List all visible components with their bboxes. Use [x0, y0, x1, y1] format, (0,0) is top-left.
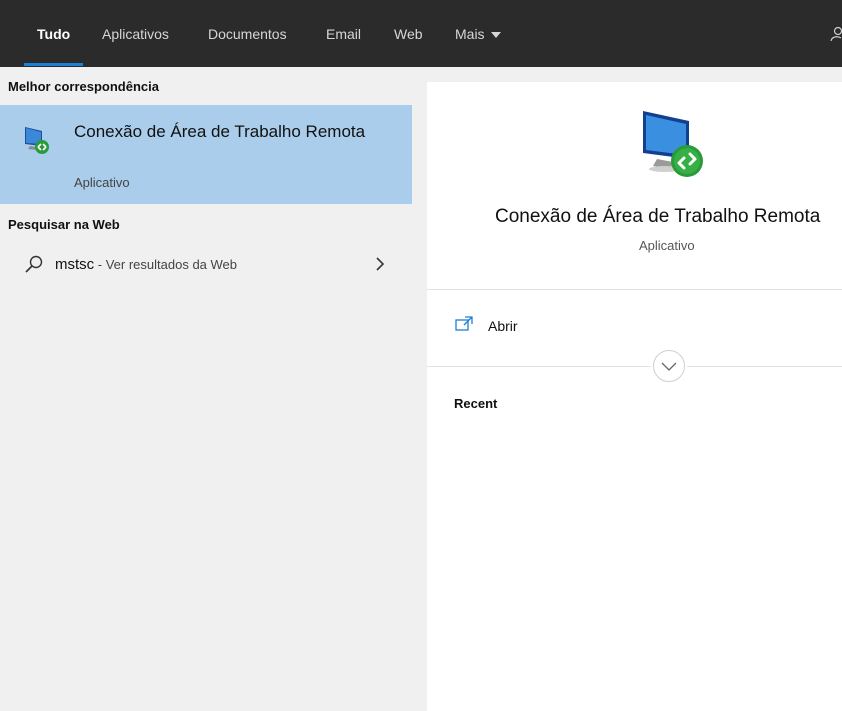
best-match-subtitle: Aplicativo [74, 175, 130, 190]
web-search-header: Pesquisar na Web [8, 217, 120, 232]
web-search-suffix: - Ver resultados da Web [94, 257, 238, 272]
tab-email[interactable]: Email [326, 0, 361, 67]
preview-panel: Conexão de Área de Trabalho Remota Aplic… [427, 82, 842, 711]
preview-subtitle: Aplicativo [639, 238, 695, 253]
tab-more[interactable]: Mais [455, 0, 501, 67]
tab-more-label: Mais [455, 25, 485, 42]
best-match-item[interactable]: Conexão de Área de Trabalho Remota Aplic… [0, 105, 412, 204]
results-panel: Melhor correspondência Conexão de Área d… [0, 67, 412, 711]
caret-down-icon [490, 31, 501, 38]
chevron-down-icon[interactable] [651, 349, 687, 383]
remote-desktop-icon [25, 127, 49, 154]
tab-all[interactable]: Tudo [23, 0, 84, 67]
web-search-item[interactable]: mstsc - Ver resultados da Web [0, 249, 412, 279]
best-match-title: Conexão de Área de Trabalho Remota [74, 122, 366, 141]
chevron-right-icon[interactable] [374, 256, 386, 272]
tab-apps[interactable]: Aplicativos [102, 0, 169, 67]
remote-desktop-icon [643, 111, 703, 177]
tab-documents[interactable]: Documentos [208, 0, 287, 67]
open-action[interactable]: Abrir [427, 310, 842, 340]
tab-web[interactable]: Web [394, 0, 423, 67]
divider [427, 366, 842, 367]
divider [427, 289, 842, 290]
preview-title: Conexão de Área de Trabalho Remota [495, 206, 821, 227]
panel-gutter-top [427, 67, 842, 82]
web-search-text: mstsc - Ver resultados da Web [55, 256, 237, 273]
recent-header: Recent [454, 396, 498, 411]
panel-gutter [412, 67, 427, 711]
person-icon[interactable] [830, 26, 842, 42]
search-icon [25, 255, 43, 273]
best-match-header: Melhor correspondência [8, 79, 159, 94]
search-scope-bar: Tudo Aplicativos Documentos Email Web Ma… [0, 0, 842, 67]
open-icon [455, 316, 473, 331]
open-action-label: Abrir [488, 318, 518, 334]
web-search-query: mstsc [55, 256, 95, 273]
